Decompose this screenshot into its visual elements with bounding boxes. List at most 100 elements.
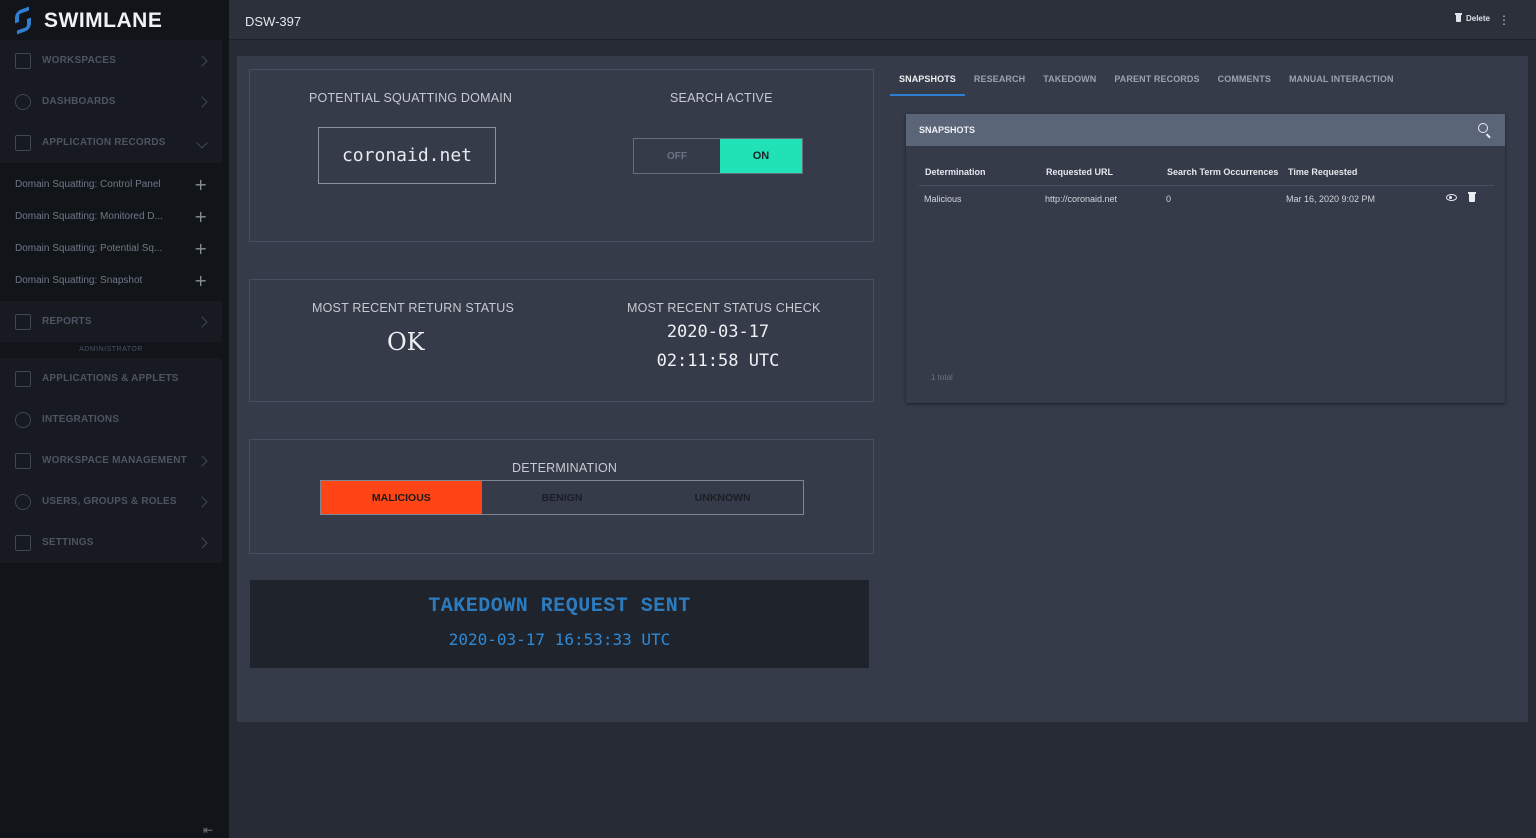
column-header-time-requested[interactable]: Time Requested xyxy=(1288,167,1398,177)
sidebar-item-potential-squatting[interactable]: Domain Squatting: Potential Sq... + xyxy=(0,232,222,264)
collapse-sidebar-icon[interactable]: ⇤ xyxy=(203,823,213,837)
nav-label: INTEGRATIONS xyxy=(42,414,120,425)
list-icon xyxy=(15,134,31,151)
sidebar-item-monitored-domains[interactable]: Domain Squatting: Monitored D... + xyxy=(0,200,222,232)
nav-label: REPORTS xyxy=(42,316,92,327)
chevron-right-icon xyxy=(196,495,208,508)
return-status-value: OK xyxy=(387,328,425,356)
nav-label: USERS, GROUPS & ROLES xyxy=(42,496,177,507)
table-total: 1 total xyxy=(931,373,953,382)
add-icon[interactable]: + xyxy=(194,175,207,194)
status-check-title: MOST RECENT STATUS CHECK xyxy=(627,301,821,315)
gauge-icon xyxy=(15,93,31,110)
app-name: SWIMLANE xyxy=(44,9,163,32)
determination-card: DETERMINATION MALICIOUS BENIGN UNKNOWN xyxy=(249,439,874,554)
nav-label: SETTINGS xyxy=(42,537,94,548)
more-options-icon[interactable]: ⋮ xyxy=(1498,13,1510,27)
status-card: MOST RECENT RETURN STATUS OK MOST RECENT… xyxy=(249,279,874,402)
nav-users-groups-roles[interactable]: USERS, GROUPS & ROLES xyxy=(0,481,222,522)
snapshots-panel-title: SNAPSHOTS xyxy=(919,125,976,135)
sidebar-item-control-panel[interactable]: Domain Squatting: Control Panel + xyxy=(0,168,222,200)
column-header-determination[interactable]: Determination xyxy=(925,167,1040,177)
tab-manual-interaction[interactable]: MANUAL INTERACTION xyxy=(1280,74,1403,96)
admin-section-label: ADMINISTRATOR xyxy=(79,346,143,353)
nav-workspace-management[interactable]: WORKSPACE MANAGEMENT xyxy=(0,440,222,481)
record-tabs: SNAPSHOTS RESEARCH TAKEDOWN PARENT RECOR… xyxy=(890,74,1403,96)
status-check-date: 2020-03-17 xyxy=(666,322,770,342)
sidebar-item-label: Domain Squatting: Control Panel xyxy=(15,178,161,190)
determination-benign[interactable]: BENIGN xyxy=(481,481,643,514)
sidebar-item-label: Domain Squatting: Snapshot xyxy=(15,274,143,286)
report-icon xyxy=(15,313,31,330)
delete-button[interactable]: Delete xyxy=(1454,13,1490,23)
cell-occurrences: 0 xyxy=(1166,194,1172,204)
determination-malicious[interactable]: MALICIOUS xyxy=(321,481,482,514)
takedown-date: 2020-03-17 16:53:33 UTC xyxy=(448,630,671,649)
nav-dashboards[interactable]: DASHBOARDS xyxy=(0,81,222,122)
toggle-on-option[interactable]: ON xyxy=(720,139,802,173)
chevron-right-icon xyxy=(196,54,208,67)
add-icon[interactable]: + xyxy=(194,207,207,226)
cell-determination: Malicious xyxy=(924,194,962,204)
domain-title: POTENTIAL SQUATTING DOMAIN xyxy=(309,91,513,105)
domain-card: POTENTIAL SQUATTING DOMAIN coronaid.net … xyxy=(249,69,874,242)
view-icon[interactable] xyxy=(1446,194,1457,201)
sidebar: SWIMLANE WORKSPACES DASHBOARDS APPLICATI… xyxy=(0,0,229,838)
search-active-title: SEARCH ACTIVE xyxy=(670,91,773,105)
search-icon[interactable] xyxy=(1478,123,1488,133)
sidebar-item-label: Domain Squatting: Potential Sq... xyxy=(15,242,163,254)
search-active-toggle[interactable]: OFF ON xyxy=(633,138,803,174)
record-id: DSW-397 xyxy=(245,14,302,29)
nav-label: WORKSPACE MANAGEMENT xyxy=(42,455,187,466)
sidebar-item-label: Domain Squatting: Monitored D... xyxy=(15,210,163,222)
cell-requested-url[interactable]: http://coronaid.net xyxy=(1045,194,1117,204)
nav-label: WORKSPACES xyxy=(42,55,117,66)
nav-label: DASHBOARDS xyxy=(42,96,116,107)
trash-icon[interactable] xyxy=(1468,192,1476,202)
determination-title: DETERMINATION xyxy=(512,461,618,475)
chevron-right-icon xyxy=(196,454,208,467)
column-header-requested-url[interactable]: Requested URL xyxy=(1046,167,1161,177)
layout-icon xyxy=(15,452,31,469)
delete-label: Delete xyxy=(1465,14,1490,23)
nav-reports[interactable]: REPORTS xyxy=(0,301,222,342)
chevron-right-icon xyxy=(196,536,208,549)
determination-selector[interactable]: MALICIOUS BENIGN UNKNOWN xyxy=(320,480,804,515)
chevron-down-icon xyxy=(196,136,208,149)
tab-comments[interactable]: COMMENTS xyxy=(1209,74,1280,96)
apps-icon xyxy=(15,370,31,387)
trash-icon xyxy=(1454,13,1462,22)
takedown-title: TAKEDOWN REQUEST SENT xyxy=(428,595,691,618)
sidebar-item-snapshot[interactable]: Domain Squatting: Snapshot + xyxy=(0,264,222,296)
status-check-time: 02:11:58 UTC xyxy=(656,351,780,371)
domain-field[interactable]: coronaid.net xyxy=(318,127,496,184)
users-icon xyxy=(15,493,31,510)
nav-label: APPLICATION RECORDS xyxy=(42,137,166,148)
nav-workspaces[interactable]: WORKSPACES xyxy=(0,40,222,81)
chevron-right-icon xyxy=(196,95,208,108)
cell-time-requested: Mar 16, 2020 9:02 PM xyxy=(1286,194,1376,204)
tab-takedown[interactable]: TAKEDOWN xyxy=(1034,74,1105,96)
tab-snapshots[interactable]: SNAPSHOTS xyxy=(890,74,965,96)
add-icon[interactable]: + xyxy=(194,271,207,290)
nav-integrations[interactable]: INTEGRATIONS xyxy=(0,399,222,440)
gear-icon xyxy=(15,534,31,551)
snapshots-panel: SNAPSHOTS Determination Requested URL Se… xyxy=(906,114,1505,403)
column-header-search-term-occurrences[interactable]: Search Term Occurrences xyxy=(1167,167,1283,177)
record-header: DSW-397 Delete ⋮ xyxy=(229,0,1536,40)
nav-label: APPLICATIONS & APPLETS xyxy=(42,373,179,384)
determination-unknown[interactable]: UNKNOWN xyxy=(642,481,804,514)
nav-application-records[interactable]: APPLICATION RECORDS xyxy=(0,122,222,163)
nav-applications-applets[interactable]: APPLICATIONS & APPLETS xyxy=(0,358,222,399)
status-check-value: 2020-03-17 02:11:58 UTC xyxy=(628,318,808,376)
cube-icon xyxy=(15,411,31,428)
table-header-divider xyxy=(919,185,1494,186)
grid-icon xyxy=(15,52,31,69)
toggle-off-option[interactable]: OFF xyxy=(634,139,720,173)
chevron-right-icon xyxy=(196,315,208,328)
swimlane-logo[interactable]: SWIMLANE xyxy=(12,6,162,36)
tab-research[interactable]: RESEARCH xyxy=(965,74,1034,96)
nav-settings[interactable]: SETTINGS xyxy=(0,522,222,563)
add-icon[interactable]: + xyxy=(194,239,207,258)
tab-parent-records[interactable]: PARENT RECORDS xyxy=(1105,74,1208,96)
